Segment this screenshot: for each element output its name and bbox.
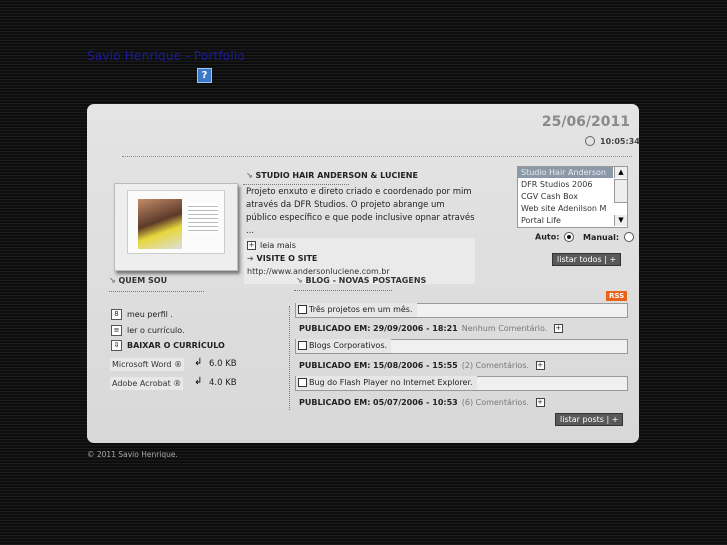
footer-copyright: © 2011 Savio Henrique. [87, 450, 178, 459]
list-all-button[interactable]: listar todos | + [552, 253, 622, 266]
project-description: Projeto enxuto e direto criado e coorden… [246, 187, 475, 236]
word-file-size: 6.0 KB [209, 359, 237, 369]
profile-label: meu perfil . [127, 310, 173, 319]
post-title[interactable]: Bug do Flash Player no Internet Explorer… [296, 376, 477, 390]
post-date: 05/07/2006 - 10:53 [373, 398, 458, 407]
post-meta: PUBLICADO EM: 15/08/2006 - 15:55 (2) Come… [299, 361, 549, 370]
divider [109, 291, 204, 292]
plus-icon[interactable]: + [535, 398, 545, 407]
visit-site-link[interactable]: ➔ VISITE O SITE [247, 254, 317, 263]
rss-button[interactable]: RSS [606, 291, 628, 301]
divider [243, 184, 349, 185]
plus-icon[interactable]: + [535, 361, 545, 370]
post-date: 15/08/2006 - 15:55 [373, 361, 458, 370]
plus-icon: + [247, 241, 256, 250]
word-file-link[interactable]: Microsoft Word ® [110, 358, 185, 371]
post-icon [298, 305, 307, 314]
divider [122, 156, 632, 157]
blog-title-text: BLOG - NOVAS POSTAGENS [305, 276, 427, 285]
list-posts-button[interactable]: listar posts | + [555, 413, 624, 426]
project-ticker-list[interactable]: Studio Hair Anderson DFR Studios 2006 CG… [517, 166, 628, 228]
about-title: ↘ QUEM SOU [109, 276, 168, 285]
post-comments[interactable]: (6) Comentários. [462, 398, 529, 407]
ticker-item[interactable]: Portal Life [521, 216, 561, 225]
curve-arrow-icon: ↲ [194, 357, 203, 368]
thumbnail-text-lines [188, 203, 218, 233]
published-label: PUBLICADO EM: [299, 324, 371, 333]
auto-radio[interactable] [564, 232, 575, 242]
about-title-text: QUEM SOU [118, 276, 168, 285]
scrollbar-thumb[interactable] [614, 179, 627, 203]
project-url[interactable]: http://www.andersonluciene.com.br [247, 267, 390, 276]
ticker-mode: Auto: Manual: [535, 232, 634, 242]
thumbnail-photo [138, 199, 182, 249]
post-title[interactable]: Três projetos em um mês. [296, 303, 417, 317]
download-label: BAIXAR O CURRÍCULO [127, 341, 225, 350]
help-icon[interactable]: ? [197, 68, 212, 83]
scroll-up-icon[interactable]: ▲ [614, 167, 627, 178]
blog-post[interactable]: Três projetos em um mês. [295, 303, 628, 318]
post-meta: PUBLICADO EM: 29/09/2006 - 18:21 Nenhum C… [299, 324, 567, 333]
divider [294, 290, 392, 291]
pdf-file-link[interactable]: Adobe Acrobat ® [110, 377, 184, 390]
project-title: ↘ STUDIO HAIR ANDERSON & LUCIENE [246, 171, 418, 180]
blog-post[interactable]: Bug do Flash Player no Internet Explorer… [295, 376, 628, 391]
resume-link[interactable]: ≡ ler o currículo. [111, 325, 185, 336]
profile-link[interactable]: 8 meu perfil . [111, 309, 173, 320]
post-comments[interactable]: (2) Comentários. [462, 361, 529, 370]
post-title[interactable]: Blogs Corporativos. [296, 339, 392, 353]
divider [289, 306, 290, 410]
ticker-item[interactable]: CGV Cash Box [521, 192, 578, 201]
post-title-text: Três projetos em um mês. [309, 305, 413, 314]
document-icon: ≡ [111, 325, 122, 336]
scroll-down-icon[interactable]: ▼ [614, 215, 627, 226]
download-resume-link[interactable]: ⇩ BAIXAR O CURRÍCULO [111, 340, 225, 351]
profile-icon: 8 [111, 309, 122, 320]
resume-label: ler o currículo. [127, 326, 185, 335]
arrow-icon: ➔ [247, 254, 257, 263]
pdf-file-size: 4.0 KB [209, 378, 237, 388]
main-panel: 25/06/2011 10:05:34 ↘ STUDIO HAIR ANDERS… [87, 104, 640, 443]
plus-icon[interactable]: + [553, 324, 563, 333]
current-time: 10:05:34 [600, 137, 640, 146]
post-date: 29/09/2006 - 18:21 [373, 324, 458, 333]
blog-title: ↘ BLOG - NOVAS POSTAGENS [296, 276, 427, 285]
read-more-link[interactable]: + leia mais [247, 241, 296, 250]
project-thumbnail[interactable] [114, 183, 238, 271]
post-meta: PUBLICADO EM: 05/07/2006 - 10:53 (6) Come… [299, 398, 549, 407]
ticker-item[interactable]: Studio Hair Anderson [521, 168, 606, 177]
manual-label: Manual: [583, 232, 620, 242]
download-icon: ⇩ [111, 340, 122, 351]
post-icon [298, 378, 307, 387]
published-label: PUBLICADO EM: [299, 361, 371, 370]
curve-arrow-icon: ↲ [194, 376, 203, 387]
project-title-text: STUDIO HAIR ANDERSON & LUCIENE [255, 171, 418, 180]
ticker-item[interactable]: Web site Adenilson M [521, 204, 606, 213]
post-icon [298, 341, 307, 350]
blog-post[interactable]: Blogs Corporativos. [295, 339, 628, 354]
thumbnail-page [127, 190, 225, 254]
clock-icon [585, 136, 595, 146]
ticker-item[interactable]: DFR Studios 2006 [521, 180, 592, 189]
post-title-text: Blogs Corporativos. [309, 341, 388, 350]
read-more-label: leia mais [260, 241, 296, 250]
site-title[interactable]: Savio Henrique - Portfolio [87, 49, 245, 63]
current-date: 25/06/2011 [541, 114, 630, 130]
published-label: PUBLICADO EM: [299, 398, 371, 407]
auto-label: Auto: [535, 232, 560, 242]
post-title-text: Bug do Flash Player no Internet Explorer… [309, 378, 473, 387]
manual-radio[interactable] [623, 232, 634, 242]
visit-site-label: VISITE O SITE [256, 254, 318, 263]
post-comments[interactable]: Nenhum Comentário. [462, 324, 548, 333]
